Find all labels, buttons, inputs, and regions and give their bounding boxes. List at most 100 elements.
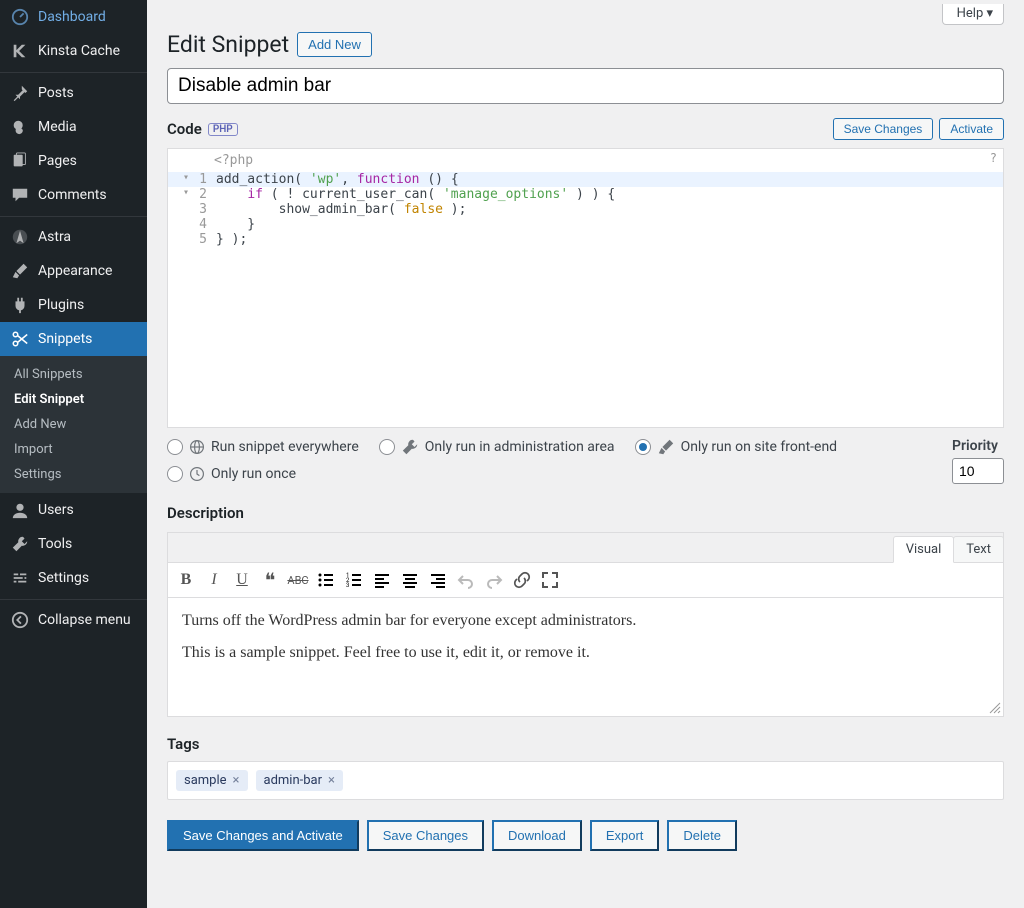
tag-remove-icon[interactable]: × xyxy=(328,773,335,788)
sidebar-item-posts[interactable]: Posts xyxy=(0,76,147,110)
underline-icon[interactable]: U xyxy=(228,566,256,594)
globe-icon xyxy=(189,439,205,455)
sidebar-item-label: Kinsta Cache xyxy=(38,43,120,59)
undo-icon[interactable] xyxy=(452,566,480,594)
add-new-button[interactable]: Add New xyxy=(297,32,372,57)
numbered-list-icon[interactable]: 123 xyxy=(340,566,368,594)
priority-input[interactable] xyxy=(952,458,1004,484)
sidebar-item-label: Tools xyxy=(38,536,72,552)
sidebar-item-astra[interactable]: Astra xyxy=(0,220,147,254)
save-changes-button[interactable]: Save Changes xyxy=(367,820,484,851)
activate-button[interactable]: Activate xyxy=(939,118,1004,140)
sidebar-item-snippets[interactable]: Snippets xyxy=(0,322,147,356)
tab-visual[interactable]: Visual xyxy=(893,536,955,563)
media-icon xyxy=(10,117,30,137)
sidebar-item-label: Plugins xyxy=(38,297,84,313)
tab-text[interactable]: Text xyxy=(953,536,1004,562)
radio-icon xyxy=(167,466,183,482)
submenu-item[interactable]: Add New xyxy=(0,412,147,437)
export-button[interactable]: Export xyxy=(590,820,660,851)
wrench-icon xyxy=(401,438,419,456)
editor-body[interactable]: Turns off the WordPress admin bar for ev… xyxy=(168,598,1003,716)
scissors-icon xyxy=(10,329,30,349)
clock-icon xyxy=(189,466,205,482)
redo-icon[interactable] xyxy=(480,566,508,594)
help-tab[interactable]: Help ▾ xyxy=(942,4,1004,25)
submenu-item[interactable]: All Snippets xyxy=(0,362,147,387)
sidebar-item-label: Snippets xyxy=(38,331,92,347)
scope-option-frontend[interactable]: Only run on site front-end xyxy=(635,438,838,456)
sidebar-item-media[interactable]: Media xyxy=(0,110,147,144)
scope-option-once[interactable]: Only run once xyxy=(167,466,296,482)
scope-label: Only run in administration area xyxy=(425,439,615,455)
svg-text:3: 3 xyxy=(346,582,349,589)
dashboard-icon xyxy=(10,7,30,27)
php-badge: PHP xyxy=(208,123,238,136)
scope-label: Only run on site front-end xyxy=(681,439,838,455)
bold-icon[interactable]: B xyxy=(172,566,200,594)
page-title: Edit Snippet xyxy=(167,31,289,58)
description-label: Description xyxy=(167,504,1004,522)
scope-option-admin[interactable]: Only run in administration area xyxy=(379,438,615,456)
link-icon[interactable] xyxy=(508,566,536,594)
astra-icon xyxy=(10,227,30,247)
sidebar-item-collapse[interactable]: Collapse menu xyxy=(0,603,147,637)
tag-chip: sample × xyxy=(176,770,248,791)
download-button[interactable]: Download xyxy=(492,820,582,851)
sidebar-item-settings[interactable]: Settings xyxy=(0,561,147,595)
delete-button[interactable]: Delete xyxy=(667,820,737,851)
resize-handle-icon[interactable] xyxy=(989,702,1001,714)
submenu-item[interactable]: Import xyxy=(0,437,147,462)
editor-toolbar: BIU❝ABC 123 xyxy=(168,563,1003,598)
radio-icon xyxy=(635,439,651,455)
align-center-icon[interactable] xyxy=(396,566,424,594)
sidebar-item-comments[interactable]: Comments xyxy=(0,178,147,212)
strikethrough-icon[interactable]: ABC xyxy=(284,566,312,594)
italic-icon[interactable]: I xyxy=(200,566,228,594)
tag-remove-icon[interactable]: × xyxy=(233,773,240,788)
radio-icon xyxy=(379,439,395,455)
sidebar-item-tools[interactable]: Tools xyxy=(0,527,147,561)
snippet-title-input[interactable] xyxy=(167,68,1004,104)
tag-chip: admin-bar × xyxy=(256,770,343,791)
sidebar-item-kinsta[interactable]: Kinsta Cache xyxy=(0,34,147,68)
sidebar-item-users[interactable]: Users xyxy=(0,493,147,527)
sidebar-item-label: Users xyxy=(38,502,74,518)
tags-label: Tags xyxy=(167,735,1004,753)
sidebar-item-label: Astra xyxy=(38,229,71,245)
sidebar-item-pages[interactable]: Pages xyxy=(0,144,147,178)
tags-box[interactable]: sample × admin-bar × xyxy=(167,761,1004,800)
wrench-icon xyxy=(10,534,30,554)
scope-option-everywhere[interactable]: Run snippet everywhere xyxy=(167,438,359,456)
sidebar-item-label: Media xyxy=(38,119,77,135)
sidebar-item-label: Dashboard xyxy=(38,9,106,25)
scope-label: Only run once xyxy=(211,466,296,482)
sidebar-item-appearance[interactable]: Appearance xyxy=(0,254,147,288)
user-icon xyxy=(10,500,30,520)
sidebar-item-label: Collapse menu xyxy=(38,612,131,628)
tag-label: admin-bar xyxy=(264,773,323,788)
code-section-label: Code PHP xyxy=(167,120,238,138)
sidebar-item-dashboard[interactable]: Dashboard xyxy=(0,0,147,34)
tag-label: sample xyxy=(184,773,227,788)
submenu-item[interactable]: Edit Snippet xyxy=(0,387,147,412)
description-editor: Visual Text BIU❝ABC 123 Turns off the Wor… xyxy=(167,532,1004,717)
fullscreen-icon[interactable] xyxy=(536,566,564,594)
quote-icon[interactable]: ❝ xyxy=(256,566,284,594)
brush-icon xyxy=(10,261,30,281)
sidebar-item-plugins[interactable]: Plugins xyxy=(0,288,147,322)
sidebar-item-label: Posts xyxy=(38,85,74,101)
save-changes-top-button[interactable]: Save Changes xyxy=(833,118,934,140)
plug-icon xyxy=(10,295,30,315)
save-activate-button[interactable]: Save Changes and Activate xyxy=(167,820,359,851)
main-content: Help ▾ Edit Snippet Add New Code PHP Sav… xyxy=(147,0,1024,908)
bullet-list-icon[interactable] xyxy=(312,566,340,594)
submenu-item[interactable]: Settings xyxy=(0,462,147,487)
radio-icon xyxy=(167,439,183,455)
pages-icon xyxy=(10,151,30,171)
align-left-icon[interactable] xyxy=(368,566,396,594)
align-right-icon[interactable] xyxy=(424,566,452,594)
priority-label: Priority xyxy=(952,438,1004,454)
code-editor[interactable]: <?php? ▾1add_action( 'wp', function () {… xyxy=(167,148,1004,428)
help-icon[interactable]: ? xyxy=(990,151,997,165)
